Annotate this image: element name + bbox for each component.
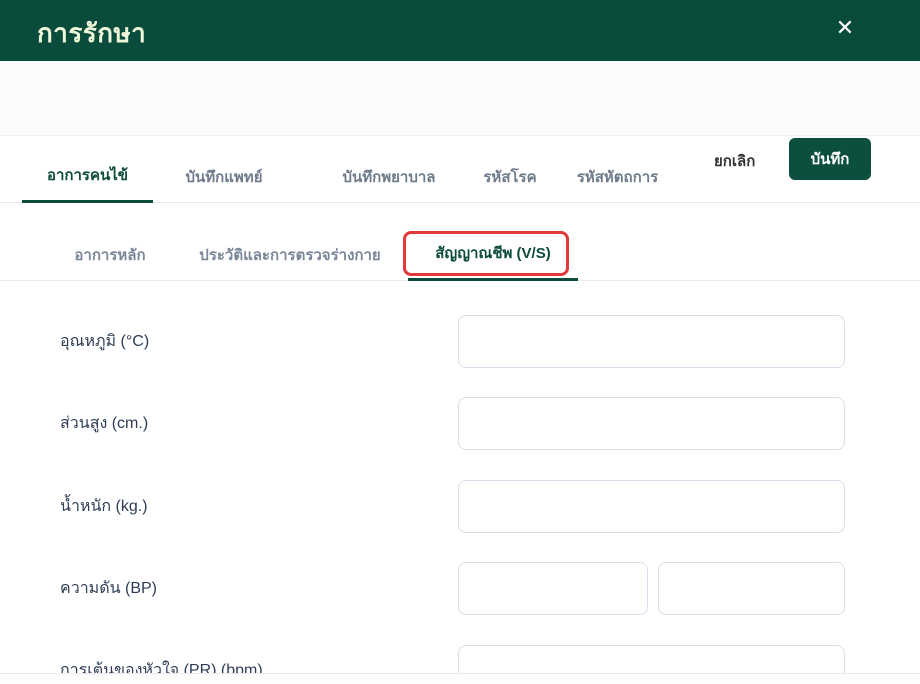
blood-pressure-systolic-input[interactable]	[458, 562, 648, 615]
blood-pressure-label: ความดัน (BP)	[60, 580, 157, 597]
modal-header: การรักษา ✕	[0, 0, 920, 61]
action-bar: ยกเลิก บันทึก	[0, 61, 920, 180]
modal-bottom-edge	[0, 673, 920, 684]
tab-doctor-notes[interactable]: บันทึกแพทย์	[166, 150, 282, 203]
height-label: ส่วนสูง (cm.)	[60, 415, 149, 432]
subtab-history-physical-exam[interactable]: ประวัติและการตรวจร่างกาย	[180, 228, 400, 281]
weight-label: น้ำหนัก (kg.)	[60, 498, 148, 515]
tab-patient-symptoms[interactable]: อาการคนไข้	[22, 150, 153, 203]
tab-procedure-code[interactable]: รหัสหัตถการ	[550, 150, 685, 203]
temperature-label: อุณหภูมิ (°C)	[60, 333, 150, 350]
close-icon[interactable]: ✕	[830, 13, 860, 43]
tab-disease-code[interactable]: รหัสโรค	[455, 150, 565, 203]
treatment-modal: การรักษา ✕ ยกเลิก บันทึก อาการคนไข้ บันท…	[0, 0, 920, 684]
temperature-input[interactable]	[458, 315, 845, 368]
sub-tab-bar: อาการหลัก ประวัติและการตรวจร่างกาย สัญญา…	[0, 228, 920, 281]
subtab-main-symptoms[interactable]: อาการหลัก	[56, 228, 164, 281]
blood-pressure-diastolic-input[interactable]	[658, 562, 845, 615]
main-tab-bar: อาการคนไข้ บันทึกแพทย์ บันทึกพยาบาล รหัส…	[0, 150, 920, 203]
subtab-vital-signs[interactable]: สัญญาณชีพ (V/S)	[408, 228, 578, 281]
weight-input[interactable]	[458, 480, 845, 533]
tab-nurse-notes[interactable]: บันทึกพยาบาล	[318, 150, 460, 203]
modal-title: การรักษา	[37, 18, 147, 48]
height-input[interactable]	[458, 397, 845, 450]
